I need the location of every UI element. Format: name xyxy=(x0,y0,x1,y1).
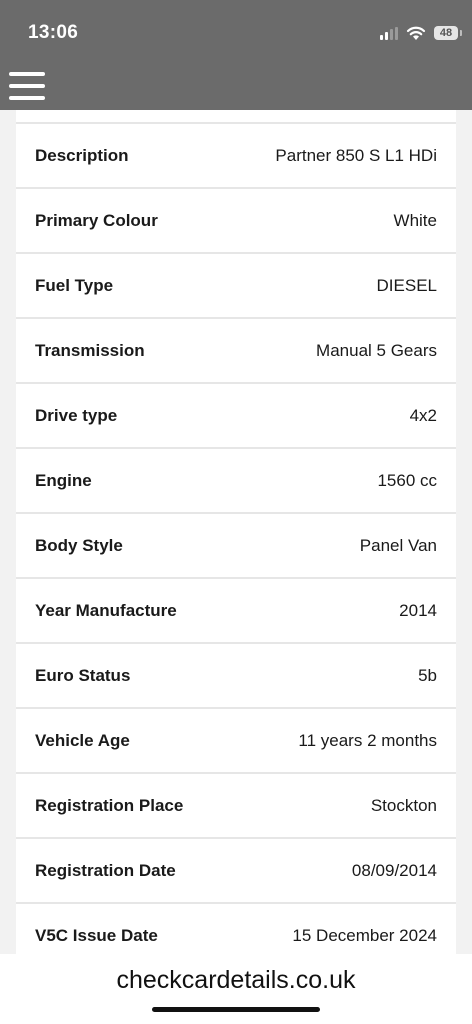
detail-label: Vehicle Age xyxy=(35,730,130,750)
detail-row: Registration Date 08/09/2014 xyxy=(16,839,456,904)
detail-value: Panel Van xyxy=(359,535,437,555)
home-indicator[interactable] xyxy=(152,1007,320,1012)
detail-label: Year Manufacture xyxy=(35,600,177,620)
detail-value: DIESEL xyxy=(376,275,437,295)
detail-row: Transmission Manual 5 Gears xyxy=(16,319,456,384)
app-header: 13:06 48 xyxy=(0,0,472,110)
hamburger-menu-icon[interactable] xyxy=(9,72,45,100)
detail-row: Euro Status 5b xyxy=(16,644,456,709)
previous-row-edge xyxy=(16,110,456,124)
detail-label: Registration Place xyxy=(35,795,184,815)
vehicle-details-card: Description Partner 850 S L1 HDi Primary C… xyxy=(16,110,456,954)
browser-url-bar[interactable]: checkcardetails.co.uk xyxy=(0,954,472,1024)
detail-value: White xyxy=(393,210,437,230)
signal-icon xyxy=(380,26,398,40)
detail-row: Fuel Type DIESEL xyxy=(16,254,456,319)
detail-value: 08/09/2014 xyxy=(351,860,437,880)
detail-label: Description xyxy=(35,145,129,165)
detail-label: Transmission xyxy=(35,340,145,360)
detail-row: Year Manufacture 2014 xyxy=(16,579,456,644)
detail-value: Manual 5 Gears xyxy=(316,340,437,360)
detail-row: V5C Issue Date 15 December 2024 xyxy=(16,904,456,954)
status-icons: 48 xyxy=(380,24,462,42)
detail-row: Vehicle Age 11 years 2 months xyxy=(16,709,456,774)
status-time: 13:06 xyxy=(28,22,79,43)
details-list: Description Partner 850 S L1 HDi Primary C… xyxy=(16,124,456,954)
detail-label: V5C Issue Date xyxy=(35,925,158,945)
detail-value: 4x2 xyxy=(409,405,437,425)
detail-row: Registration Place Stockton xyxy=(16,774,456,839)
detail-label: Euro Status xyxy=(35,665,131,685)
detail-row: Primary Colour White xyxy=(16,189,456,254)
detail-row: Engine 1560 cc xyxy=(16,449,456,514)
battery-icon: 48 xyxy=(434,26,462,40)
detail-value: Partner 850 S L1 HDi xyxy=(275,145,437,165)
detail-row: Body Style Panel Van xyxy=(16,514,456,579)
detail-label: Engine xyxy=(35,470,92,490)
detail-label: Primary Colour xyxy=(35,210,158,230)
url-text[interactable]: checkcardetails.co.uk xyxy=(0,966,472,995)
detail-row: Description Partner 850 S L1 HDi xyxy=(16,124,456,189)
detail-value: Stockton xyxy=(370,795,437,815)
detail-value: 5b xyxy=(418,665,437,685)
detail-value: 1560 cc xyxy=(377,470,437,490)
detail-value: 11 years 2 months xyxy=(298,730,437,750)
detail-label: Fuel Type xyxy=(35,275,114,295)
detail-label: Drive type xyxy=(35,405,118,425)
detail-row: Drive type 4x2 xyxy=(16,384,456,449)
detail-label: Body Style xyxy=(35,535,123,555)
detail-label: Registration Date xyxy=(35,860,176,880)
detail-value: 15 December 2024 xyxy=(292,925,437,945)
detail-value: 2014 xyxy=(399,600,437,620)
wifi-icon xyxy=(406,26,426,40)
